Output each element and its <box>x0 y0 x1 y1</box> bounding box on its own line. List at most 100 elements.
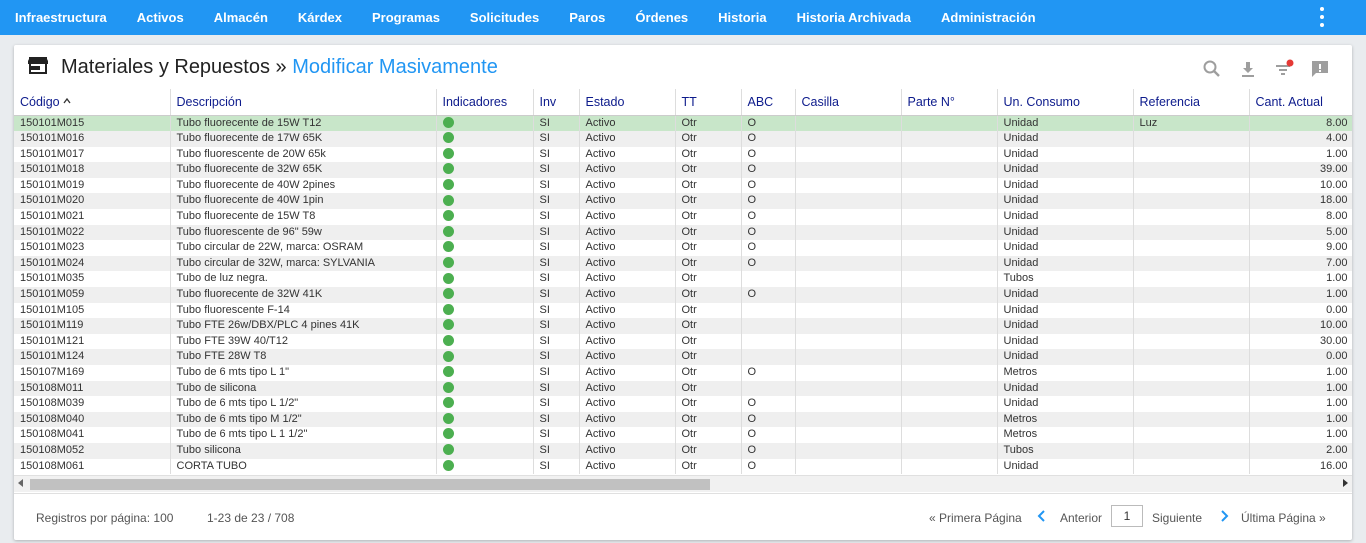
nav-programas[interactable]: Programas <box>357 0 455 35</box>
nav-solicitudes[interactable]: Solicitudes <box>455 0 554 35</box>
cell-casilla <box>795 380 902 397</box>
col-tt[interactable]: TT <box>675 89 742 116</box>
col-casilla[interactable]: Casilla <box>795 89 902 116</box>
table-row[interactable]: 150108M011 Tubo de silicona SI Activo Otr Uni… <box>14 380 1352 397</box>
cell-estado: Activo <box>579 287 676 303</box>
cell-cant-actual: 10.00 <box>1249 177 1352 194</box>
col-referencia[interactable]: Referencia <box>1133 89 1250 116</box>
table-row[interactable]: 150101M021 Tubo fluorecente de 15W T8 SI Ac… <box>14 209 1352 225</box>
nav-infraestructura[interactable]: Infraestructura <box>0 0 122 35</box>
records-per-page[interactable]: Registros por página: 100 <box>36 511 173 525</box>
nav-paros[interactable]: Paros <box>554 0 620 35</box>
cell-abc: O <box>741 287 796 303</box>
col-descripcion[interactable]: Descripción <box>170 89 437 116</box>
cell-estado: Activo <box>579 115 676 132</box>
cell-casilla <box>795 287 902 303</box>
table-row[interactable]: 150108M040 Tubo de 6 mts tipo M 1/2" SI Act… <box>14 411 1352 428</box>
cell-descripcion: Tubo fluorecente de 32W 41K <box>170 287 437 303</box>
cell-abc: O <box>741 193 796 210</box>
cell-cant-actual: 2.00 <box>1249 442 1352 459</box>
scroll-right-arrow-icon[interactable] <box>1343 479 1348 487</box>
cell-abc <box>741 333 796 350</box>
chevron-right-icon[interactable] <box>1218 509 1230 523</box>
status-indicator-icon <box>442 303 454 315</box>
status-indicator-icon <box>442 225 454 237</box>
cell-codigo: 150101M022 <box>14 224 171 241</box>
cell-tt: Otr <box>675 365 742 381</box>
nav-activos[interactable]: Activos <box>122 0 199 35</box>
table-row[interactable]: 150101M018 Tubo fluorecente de 32W 65K SI A… <box>14 162 1352 178</box>
more-vert-icon[interactable] <box>1318 6 1326 28</box>
nav-administracion[interactable]: Administración <box>926 0 1051 35</box>
status-indicator-icon <box>442 116 454 128</box>
table-row[interactable]: 150101M119 Tubo FTE 26w/DBX/PLC 4 pines 4… <box>14 318 1352 334</box>
nav-historia[interactable]: Historia <box>703 0 781 35</box>
nav-kardex[interactable]: Kárdex <box>283 0 357 35</box>
cell-codigo: 150101M020 <box>14 193 171 210</box>
cell-parte-n <box>901 396 998 412</box>
nav-ordenes[interactable]: Órdenes <box>620 0 703 35</box>
table-row[interactable]: 150101M121 Tubo FTE 39W 40/T12 SI Activo Otr… <box>14 333 1352 350</box>
cell-tt: Otr <box>675 411 742 428</box>
cell-estado: Activo <box>579 333 676 350</box>
col-parte-n[interactable]: Parte N° <box>901 89 998 116</box>
nav-almacen[interactable]: Almacén <box>199 0 283 35</box>
cell-codigo: 150101M017 <box>14 146 171 163</box>
search-icon[interactable] <box>1202 59 1222 79</box>
table-row[interactable]: 150101M024 Tubo circular de 32W, marca: S… <box>14 255 1352 272</box>
previous-page-link[interactable]: Anterior <box>1060 511 1102 525</box>
cell-un-consumo: Unidad <box>997 131 1134 147</box>
cell-un-consumo: Unidad <box>997 349 1134 365</box>
cell-estado: Activo <box>579 240 676 256</box>
col-codigo[interactable]: Código <box>14 89 171 116</box>
col-indicadores[interactable]: Indicadores <box>436 89 534 116</box>
nav-historia-archivada[interactable]: Historia Archivada <box>782 0 926 35</box>
table-row[interactable]: 150101M020 Tubo fluorecente de 40W 1pin SI… <box>14 193 1352 210</box>
first-page-link[interactable]: « Primera Página <box>929 511 1022 525</box>
feedback-icon[interactable] <box>1310 59 1330 79</box>
col-abc[interactable]: ABC <box>741 89 796 116</box>
col-estado[interactable]: Estado <box>579 89 676 116</box>
table-row[interactable]: 150101M019 Tubo fluorecente de 40W 2pines… <box>14 177 1352 194</box>
col-inv[interactable]: Inv <box>533 89 580 116</box>
table-row[interactable]: 150108M052 Tubo silicona SI Activo Otr O Tubos… <box>14 442 1352 459</box>
status-indicator-icon <box>442 241 454 253</box>
table-row[interactable]: 150101M105 Tubo fluorescente F-14 SI Activo… <box>14 302 1352 319</box>
title-subtitle[interactable]: Modificar Masivamente <box>292 56 498 78</box>
table-row[interactable]: 150101M016 Tubo fluorecente de 17W 65K SI A… <box>14 131 1352 147</box>
cell-referencia <box>1133 146 1250 163</box>
download-icon[interactable] <box>1238 59 1258 79</box>
status-indicator-icon <box>442 288 454 300</box>
scroll-left-arrow-icon[interactable] <box>18 479 23 487</box>
cell-indicadores <box>436 131 534 147</box>
table-row[interactable]: 150101M059 Tubo fluorecente de 32W 41K SI A… <box>14 287 1352 303</box>
table-row[interactable]: 150101M017 Tubo fluorescente de 20W 65k SI… <box>14 146 1352 163</box>
scrollbar-thumb[interactable] <box>30 479 710 490</box>
table-row[interactable]: 150101M015 Tubo fluorecente de 15W T12 SI A… <box>14 115 1352 132</box>
table-row[interactable]: 150101M124 Tubo FTE 28W T8 SI Activo Otr Unid… <box>14 349 1352 365</box>
col-cant-actual[interactable]: Cant. Actual <box>1249 89 1352 116</box>
table-row[interactable]: 150101M035 Tubo de luz negra. SI Activo Otr T… <box>14 271 1352 288</box>
table-row[interactable]: 150108M041 Tubo de 6 mts tipo L 1 1/2" SI A… <box>14 427 1352 443</box>
cell-parte-n <box>901 458 998 475</box>
table-row[interactable]: 150101M023 Tubo circular de 22W, marca: O… <box>14 240 1352 256</box>
filter-icon[interactable] <box>1274 59 1294 79</box>
horizontal-scrollbar[interactable] <box>14 475 1352 492</box>
table-row[interactable]: 150108M039 Tubo de 6 mts tipo L 1/2" SI Act… <box>14 396 1352 412</box>
cell-tt: Otr <box>675 380 742 397</box>
cell-referencia: Luz <box>1133 115 1250 132</box>
col-un-consumo[interactable]: Un. Consumo <box>997 89 1134 116</box>
table-row[interactable]: 150108M061 CORTA TUBO SI Activo Otr O Unidad 16… <box>14 458 1352 475</box>
table-row[interactable]: 150101M022 Tubo fluorescente de 96" 59w SI… <box>14 224 1352 241</box>
cell-casilla <box>795 209 902 225</box>
chevron-left-icon[interactable] <box>1036 509 1048 523</box>
cell-casilla <box>795 427 902 443</box>
cell-referencia <box>1133 333 1250 350</box>
page-number-input[interactable]: 1 <box>1111 505 1143 527</box>
cell-codigo: 150107M169 <box>14 365 171 381</box>
cell-descripcion: Tubo circular de 32W, marca: SYLVANIA <box>170 255 437 272</box>
next-page-link[interactable]: Siguiente <box>1152 511 1202 525</box>
table-row[interactable]: 150107M169 Tubo de 6 mts tipo L 1" SI Activ… <box>14 365 1352 381</box>
sort-asc-icon[interactable] <box>63 97 71 105</box>
last-page-link[interactable]: Última Página » <box>1241 511 1326 525</box>
